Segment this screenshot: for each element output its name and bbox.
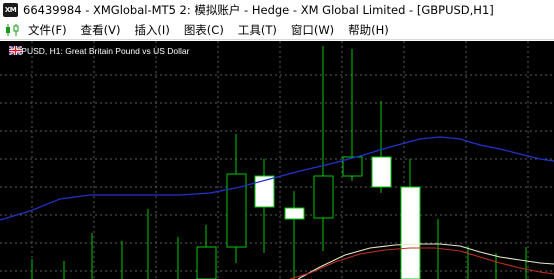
menu-window[interactable]: 窗口(W) [291,22,334,38]
menu-tools[interactable]: 工具(T) [238,22,277,38]
chart-canvas[interactable] [0,41,554,279]
moving-average-red [289,247,554,279]
candle-body [226,173,247,248]
menu-view[interactable]: 查看(V) [81,22,121,38]
candle-body [400,186,421,279]
candle-body [371,156,392,188]
menu-file[interactable]: 文件(F) [28,22,67,38]
menu-charts[interactable]: 图表(C) [184,22,224,38]
xm-app-icon: XM [3,3,18,17]
menu-help[interactable]: 帮助(H) [348,22,389,38]
chart-label-text: GBPUSD, H1: Great Britain Pound vs US Do… [9,46,190,56]
menu-insert[interactable]: 插入(I) [134,22,169,38]
price-chart[interactable]: GBPUSD, H1: Great Britain Pound vs US Do… [0,41,554,279]
candles [31,46,527,279]
window-title: 66439984 - XMGlobal-MT5 2: 模拟账户 - Hedge … [23,3,494,17]
moving-average-blue [0,136,554,221]
chart-window-icon[interactable] [4,22,22,38]
menu-bar: 文件(F) 查看(V) 插入(I) 图表(C) 工具(T) 窗口(W) 帮助(H… [0,20,554,40]
chart-symbol-label: GBPUSD, H1: Great Britain Pound vs US Do… [9,46,189,56]
uk-flag-icon [9,46,22,55]
candle-body [313,175,334,219]
grid [0,41,554,279]
title-bar: XM 66439984 - XMGlobal-MT5 2: 模拟账户 - Hed… [0,0,554,20]
candle-body [196,246,217,279]
candle-body [284,207,305,220]
